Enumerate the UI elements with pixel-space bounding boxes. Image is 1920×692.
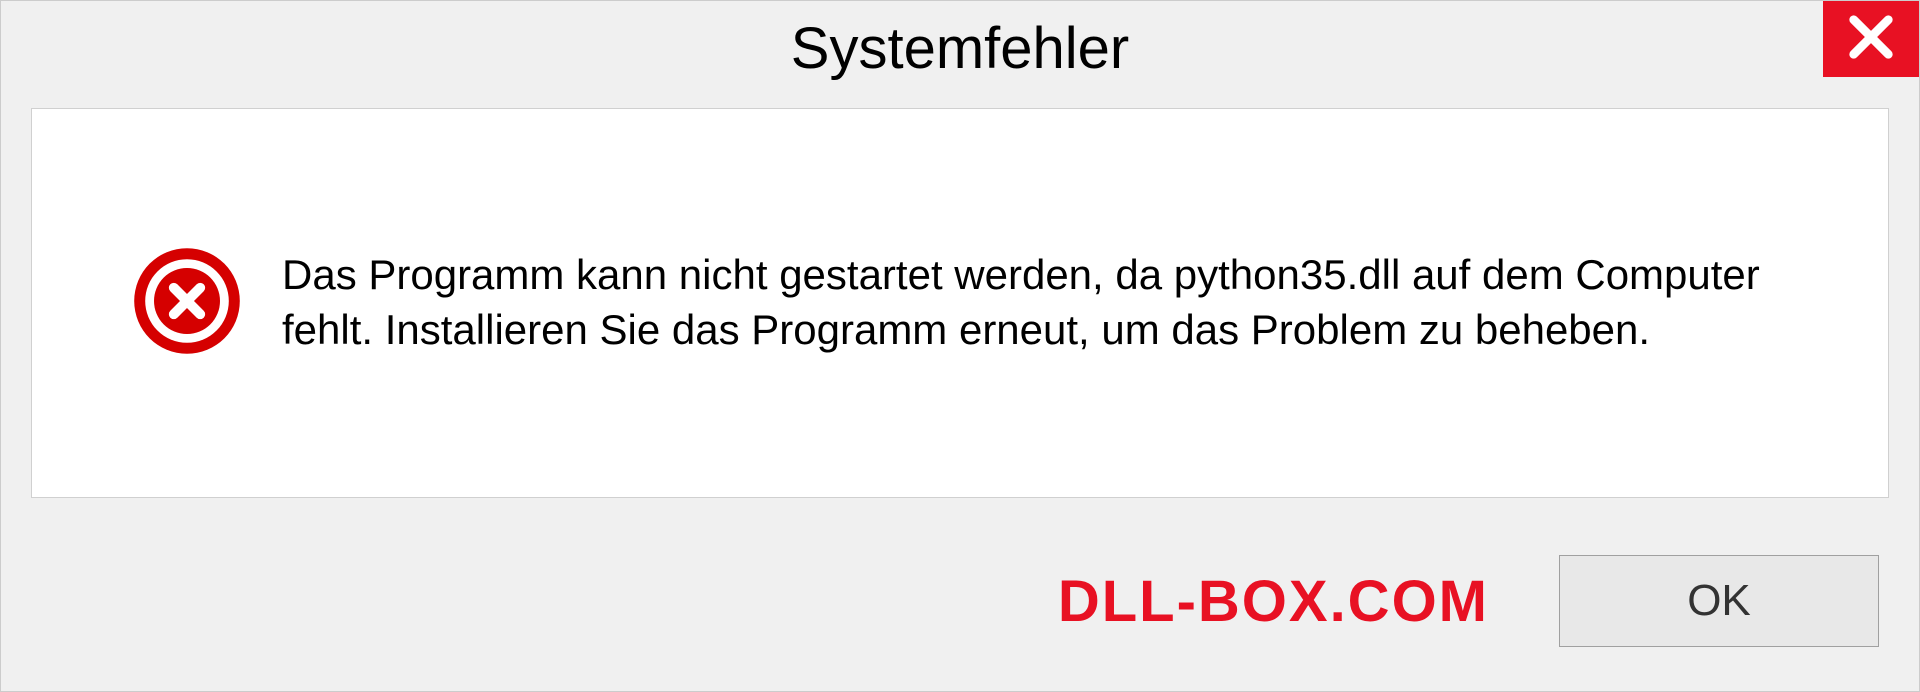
- dialog-titlebar: Systemfehler: [1, 1, 1919, 96]
- close-button[interactable]: [1823, 1, 1919, 77]
- ok-button[interactable]: OK: [1559, 555, 1879, 647]
- dialog-footer: DLL-BOX.COM OK: [1, 511, 1919, 691]
- ok-button-label: OK: [1687, 576, 1751, 626]
- error-icon: [132, 246, 242, 361]
- watermark-text: DLL-BOX.COM: [1058, 568, 1489, 635]
- dialog-content: Das Programm kann nicht gestartet werden…: [31, 108, 1889, 498]
- dialog-title: Systemfehler: [791, 15, 1129, 82]
- close-icon: [1845, 11, 1897, 68]
- error-message: Das Programm kann nicht gestartet werden…: [282, 248, 1848, 357]
